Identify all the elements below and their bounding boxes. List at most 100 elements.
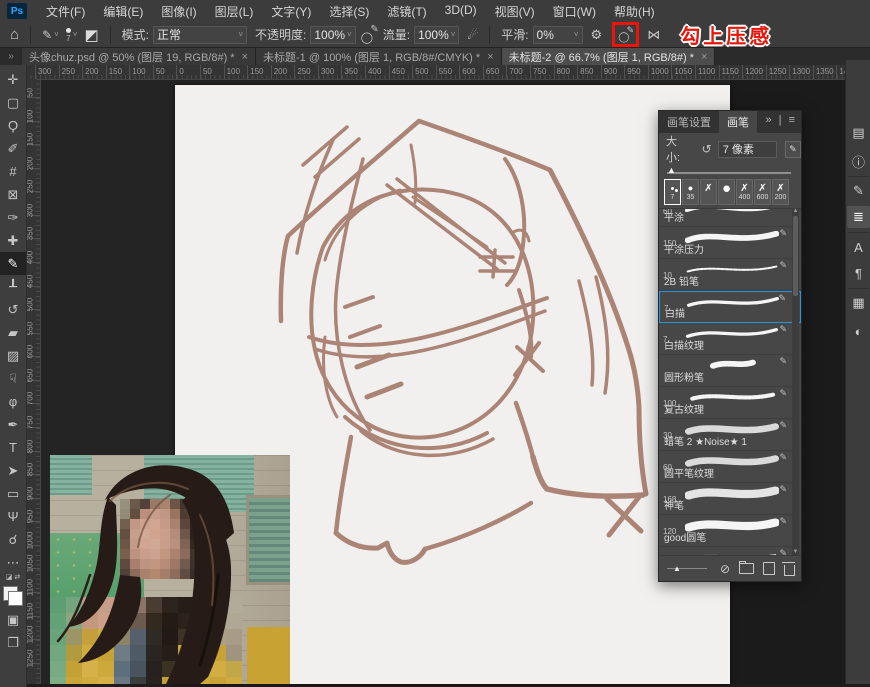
brush-edit-pen-icon[interactable]: ✎ (779, 228, 787, 239)
libraries-panel-icon[interactable]: ▤ (847, 122, 870, 144)
smudge-tool[interactable]: ☟ (0, 367, 26, 390)
document-tab-active[interactable]: 未标题-2 @ 66.7% (图层 1, RGB/8#) * × (501, 48, 716, 65)
swatches-panel-icon[interactable]: ▦ (847, 292, 870, 314)
quick-mask-button[interactable]: ▣ (0, 608, 26, 631)
brush-edit-pen-icon[interactable]: ✎ (779, 516, 787, 527)
recent-brush[interactable]: 7 (664, 179, 681, 205)
tab-brush-settings[interactable]: 画笔设置 (659, 111, 719, 133)
brush-tool-icon[interactable]: ✎ ˅ (38, 25, 63, 45)
menu-item[interactable]: 文字(Y) (262, 3, 320, 20)
brush-preset-item[interactable]: 150 平涂压力 ✎ (659, 227, 801, 259)
menu-item[interactable]: 选择(S) (320, 3, 378, 20)
gradient-tool[interactable]: ▨ (0, 344, 26, 367)
brush-preset-item[interactable]: 100 复古纹理 ✎ (659, 387, 801, 419)
brush-edit-pen-icon[interactable]: ✎ (779, 260, 787, 271)
eyedropper-tool[interactable]: ✑ (0, 206, 26, 229)
smoothing-options-gear-icon[interactable]: ⚙ (587, 25, 607, 45)
preview-size-slider[interactable]: ▲ (667, 564, 707, 573)
document-tab[interactable]: 未标题-1 @ 100% (图层 1, RGB/8#/CMYK) * × (256, 48, 502, 65)
path-selection-tool[interactable]: ➤ (0, 459, 26, 482)
tab-overflow-chevron[interactable]: » (0, 48, 22, 65)
brush-edit-pen-icon[interactable]: ✎ (779, 452, 787, 463)
panel-menu-icons[interactable]: » | ≡ (765, 114, 797, 126)
size-value-field[interactable]: 7 像素 (717, 140, 777, 158)
recent-brush[interactable]: ● (718, 179, 735, 205)
menu-item[interactable]: 3D(D) (436, 3, 486, 20)
menu-item[interactable]: 帮助(H) (605, 3, 664, 20)
pen-pressure-size-button-highlighted[interactable]: ◯ ✎ (612, 22, 640, 47)
zoom-tool[interactable]: ☌ (0, 528, 26, 551)
size-slider[interactable]: ▲ (667, 165, 791, 176)
new-group-folder-icon[interactable] (739, 561, 754, 574)
paint-symmetry-icon[interactable]: ⋈ (643, 25, 664, 45)
new-brush-icon[interactable] (763, 562, 775, 575)
recent-brush[interactable]: ✗ 200 (772, 179, 789, 205)
tab-brushes[interactable]: 画笔 (719, 111, 757, 133)
toggle-stroke-preview-icon[interactable]: ⊘ (720, 562, 730, 576)
brush-preset-item[interactable]: 30 蜡笔 2 ★Noise★ 1 ✎ (659, 419, 801, 451)
clone-stamp-tool[interactable]: ┸ (0, 275, 26, 298)
menu-item[interactable]: 图层(L) (206, 3, 263, 20)
document-tab[interactable]: 头像chuz.psd @ 50% (图层 19, RGB/8#) * × (22, 48, 257, 65)
crop-tool[interactable]: # (0, 160, 26, 183)
brush-preset-item[interactable]: 7 白描纹理 ✎ (659, 323, 801, 355)
move-tool[interactable]: ✛ (0, 68, 26, 91)
tab-close-icon[interactable]: × (242, 51, 248, 63)
eraser-tool[interactable]: ▰ (0, 321, 26, 344)
scroll-up-arrow[interactable]: ▲ (792, 208, 799, 214)
adjustments-panel-icon[interactable]: ◐ (847, 320, 870, 342)
menu-item[interactable]: 文件(F) (37, 3, 94, 20)
brush-preset-item[interactable]: 7 白描 ✎ (659, 291, 801, 323)
history-brush-tool[interactable]: ↺ (0, 298, 26, 321)
photoshop-logo[interactable]: Ps (7, 3, 27, 19)
brush-preset-item[interactable]: 120 good圆笔 ✎ (659, 515, 801, 547)
shape-tool[interactable]: ▭ (0, 482, 26, 505)
delete-brush-trash-icon[interactable] (782, 561, 795, 576)
scrollbar-thumb[interactable] (793, 216, 798, 296)
tab-close-icon[interactable]: × (701, 51, 707, 63)
marquee-tool[interactable]: ▢ (0, 91, 26, 114)
size-pressure-toggle[interactable]: ✎ (784, 140, 802, 158)
hand-tool[interactable]: Ψ (0, 505, 26, 528)
brush-settings-panel-icon[interactable]: ✎ (847, 180, 870, 202)
healing-brush-tool[interactable]: ✚ (0, 229, 26, 252)
menu-item[interactable]: 图像(I) (152, 3, 205, 20)
frame-tool[interactable]: ⊠ (0, 183, 26, 206)
edit-toolbar[interactable]: ⋯ (0, 551, 26, 574)
info-panel-icon[interactable]: ⓘ (847, 150, 870, 172)
reset-size-icon[interactable]: ↺ (702, 142, 712, 156)
recent-brush[interactable]: ✗ 400 (736, 179, 753, 205)
brush-preset-item[interactable]: 60平涂✎ (659, 209, 801, 227)
lasso-tool[interactable]: Ϙ (0, 114, 26, 137)
screen-mode-button[interactable]: ❐ (0, 631, 26, 654)
type-tool[interactable]: T (0, 436, 26, 459)
brush-edit-pen-icon[interactable]: ✎ (779, 388, 787, 399)
opacity-dropdown[interactable]: 100% ˅ (310, 25, 356, 44)
brush-preset-item[interactable]: 10 2B 铅笔 ✎ (659, 259, 801, 291)
foreground-background-swatches[interactable] (3, 586, 23, 606)
menu-item[interactable]: 窗口(W) (544, 3, 605, 20)
brush-preset-picker[interactable]: 7 ˅ (63, 27, 81, 42)
brushes-panel-icon[interactable]: ≣ (847, 206, 870, 228)
brush-preset-item[interactable]: 168 神笔 ✎ (659, 483, 801, 515)
slider-thumb[interactable]: ▲ (667, 165, 676, 175)
brush-list-scrollbar[interactable]: ▲ ▼ (792, 208, 799, 555)
dodge-tool[interactable]: φ (0, 390, 26, 413)
brush-preset-item[interactable]: 60 圆平笔纹理 ✎ (659, 451, 801, 483)
brush-preset-item[interactable]: 圆形粉笔 ✎ (659, 355, 801, 387)
tab-close-icon[interactable]: × (487, 51, 493, 63)
brush-edit-pen-icon[interactable]: ✎ (779, 484, 787, 495)
airbrush-button[interactable]: ☄ (463, 25, 482, 45)
swap-colors-icon[interactable]: ◪ ⇄ (6, 574, 20, 582)
mode-dropdown[interactable]: 正常 ˅ (153, 25, 247, 44)
home-icon[interactable]: ⌂ (6, 25, 23, 45)
recent-brush[interactable]: ● 35 (682, 179, 699, 205)
recent-brush[interactable]: ✗ (700, 179, 717, 205)
quick-selection-tool[interactable]: ✐ (0, 137, 26, 160)
toggle-brush-settings-button[interactable]: ◩ (80, 25, 102, 45)
background-color-swatch[interactable] (8, 591, 23, 606)
brush-edit-pen-icon[interactable]: ✎ (779, 356, 787, 367)
pen-tool[interactable]: ✒ (0, 413, 26, 436)
brush-tool[interactable]: ✎ (0, 252, 26, 275)
paragraph-panel-icon[interactable]: ¶ (847, 262, 870, 284)
